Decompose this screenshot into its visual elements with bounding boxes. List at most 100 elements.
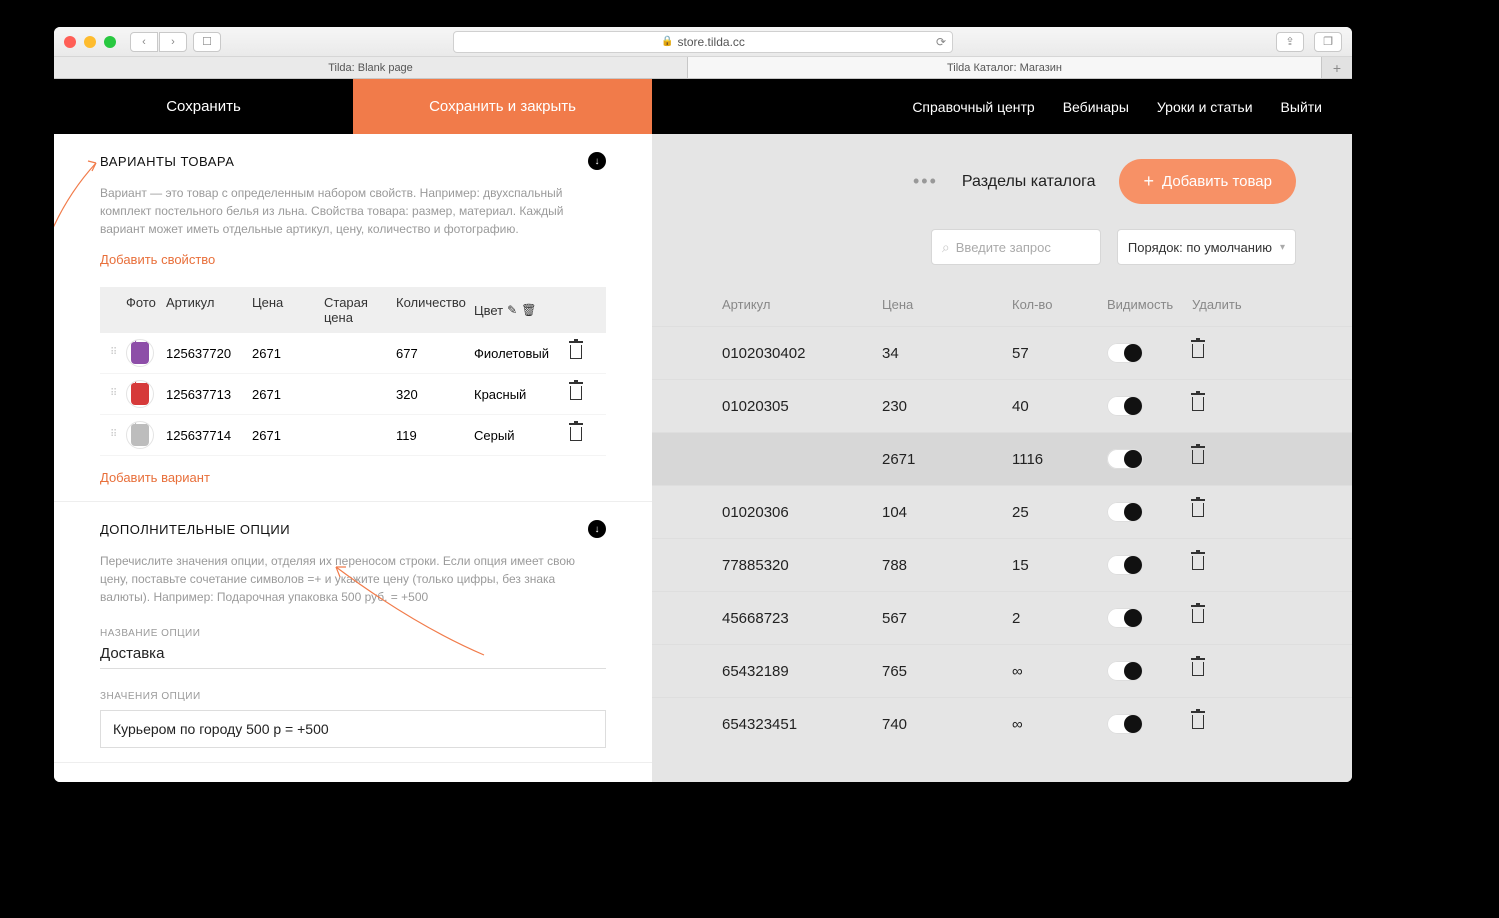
product-row[interactable]: 45668723 567 2 [652, 591, 1352, 644]
product-sku: 65432189 [722, 663, 882, 680]
order-select[interactable]: Порядок: по умолчанию ▾ [1117, 229, 1296, 265]
new-tab-button[interactable]: + [1322, 57, 1352, 78]
variant-thumb[interactable] [126, 339, 154, 367]
forward-button[interactable]: › [159, 32, 187, 52]
catalog-sections-link[interactable]: Разделы каталога [962, 173, 1096, 191]
visibility-toggle[interactable] [1107, 555, 1143, 575]
add-variant-link[interactable]: Добавить вариант [100, 470, 210, 485]
edit-column-icon[interactable]: ✎ [507, 303, 517, 317]
browser-titlebar: ‹ › ☐ 🔒 store.tilda.cc ⟳ ⇪ ❐ [54, 27, 1352, 57]
nav-lessons[interactable]: Уроки и статьи [1157, 99, 1253, 115]
product-row[interactable]: 65432189 765 ∞ [652, 644, 1352, 697]
drag-handle-icon[interactable]: ⠿ [110, 432, 126, 438]
add-product-button[interactable]: + Добавить товар [1119, 159, 1296, 204]
browser-tabs: Tilda: Blank page Tilda Каталог: Магазин… [54, 57, 1352, 79]
variant-qty: 677 [396, 346, 474, 361]
nav-webinars[interactable]: Вебинары [1063, 99, 1129, 115]
close-window-icon[interactable] [64, 36, 76, 48]
share-button[interactable]: ⇪ [1276, 32, 1304, 52]
product-row[interactable]: 01020306 104 25 [652, 485, 1352, 538]
product-price: 2671 [882, 451, 1012, 468]
save-and-close-button[interactable]: Сохранить и закрыть [353, 79, 652, 134]
traffic-lights [64, 36, 116, 48]
delete-product-icon[interactable] [1192, 450, 1252, 468]
sidebar-toggle-button[interactable]: ☐ [193, 32, 221, 52]
catalog-panel: Справочный центр Вебинары Уроки и статьи… [652, 79, 1352, 782]
minimize-window-icon[interactable] [84, 36, 96, 48]
delete-product-icon[interactable] [1192, 397, 1252, 415]
visibility-toggle[interactable] [1107, 608, 1143, 628]
options-section-title: ДОПОЛНИТЕЛЬНЫЕ ОПЦИИ [100, 522, 290, 537]
address-bar[interactable]: 🔒 store.tilda.cc ⟳ [453, 31, 953, 53]
variant-sku: 125637713 [166, 387, 252, 402]
variant-price: 2671 [252, 387, 324, 402]
product-qty: ∞ [1012, 663, 1107, 680]
add-property-link[interactable]: Добавить свойство [100, 252, 215, 267]
variant-row[interactable]: ⠿ 125637720 2671 677 Фиолетовый [100, 333, 606, 374]
variant-thumb[interactable] [126, 380, 154, 408]
product-table-header: Артикул Цена Кол-во Видимость Удалить [652, 287, 1352, 326]
nav-help-center[interactable]: Справочный центр [912, 99, 1034, 115]
option-values-label: ЗНАЧЕНИЯ ОПЦИИ [100, 691, 606, 702]
variant-row[interactable]: ⠿ 125637714 2671 119 Серый [100, 415, 606, 456]
drag-handle-icon[interactable]: ⠿ [110, 391, 126, 397]
maximize-window-icon[interactable] [104, 36, 116, 48]
more-menu-icon[interactable]: ••• [913, 171, 938, 192]
visibility-toggle[interactable] [1107, 714, 1143, 734]
collapse-icon[interactable]: ↓ [588, 152, 606, 170]
variant-sku: 125637720 [166, 346, 252, 361]
browser-tab-2[interactable]: Tilda Каталог: Магазин [688, 57, 1322, 78]
save-button[interactable]: Сохранить [54, 79, 353, 134]
variant-thumb[interactable] [126, 421, 154, 449]
tabs-button[interactable]: ❐ [1314, 32, 1342, 52]
col-old-price: Старая цена [324, 295, 396, 325]
product-row[interactable]: 654323451 740 ∞ [652, 697, 1352, 750]
variant-qty: 320 [396, 387, 474, 402]
variant-price: 2671 [252, 428, 324, 443]
delete-product-icon[interactable] [1192, 503, 1252, 521]
visibility-toggle[interactable] [1107, 343, 1143, 363]
visibility-toggle[interactable] [1107, 396, 1143, 416]
product-price: 765 [882, 663, 1012, 680]
product-sku: 01020306 [722, 504, 882, 521]
product-sku: 45668723 [722, 610, 882, 627]
search-input[interactable]: ⌕ Введите запрос [931, 229, 1101, 265]
option-name-input[interactable] [100, 639, 606, 669]
variant-color: Серый [474, 428, 564, 443]
browser-tab-1[interactable]: Tilda: Blank page [54, 57, 688, 78]
product-row[interactable]: 0102030402 34 57 [652, 326, 1352, 379]
delete-product-icon[interactable] [1192, 344, 1252, 362]
product-sku: 0102030402 [722, 345, 882, 362]
reload-icon[interactable]: ⟳ [936, 35, 946, 49]
delete-column-icon[interactable]: 🗑 [521, 303, 536, 317]
product-row[interactable]: 2671 1116 [652, 432, 1352, 485]
back-button[interactable]: ‹ [130, 32, 158, 52]
delete-product-icon[interactable] [1192, 609, 1252, 627]
variants-section-title: ВАРИАНТЫ ТОВАРА [100, 154, 234, 169]
option-values-input[interactable] [100, 710, 606, 748]
delete-variant-icon[interactable] [564, 386, 588, 403]
visibility-toggle[interactable] [1107, 661, 1143, 681]
variant-color: Красный [474, 387, 564, 402]
delete-variant-icon[interactable] [564, 427, 588, 444]
variants-section-desc: Вариант — это товар с определенным набор… [100, 184, 606, 238]
collapse-icon[interactable]: ↓ [588, 520, 606, 538]
app-window: ‹ › ☐ 🔒 store.tilda.cc ⟳ ⇪ ❐ Tilda: Blan… [54, 27, 1352, 782]
variant-row[interactable]: ⠿ 125637713 2671 320 Красный [100, 374, 606, 415]
drag-handle-icon[interactable]: ⠿ [110, 350, 126, 356]
top-nav: Справочный центр Вебинары Уроки и статьи… [652, 79, 1352, 134]
product-row[interactable]: 77885320 788 15 [652, 538, 1352, 591]
product-row[interactable]: 01020305 230 40 [652, 379, 1352, 432]
chevron-down-icon: ▾ [1280, 242, 1285, 253]
visibility-toggle[interactable] [1107, 502, 1143, 522]
product-sku: 01020305 [722, 398, 882, 415]
nav-logout[interactable]: Выйти [1281, 99, 1322, 115]
search-icon: ⌕ [942, 239, 950, 256]
delete-product-icon[interactable] [1192, 556, 1252, 574]
product-price: 230 [882, 398, 1012, 415]
delete-product-icon[interactable] [1192, 715, 1252, 733]
delete-product-icon[interactable] [1192, 662, 1252, 680]
visibility-toggle[interactable] [1107, 449, 1143, 469]
product-qty: 57 [1012, 345, 1107, 362]
delete-variant-icon[interactable] [564, 345, 588, 362]
